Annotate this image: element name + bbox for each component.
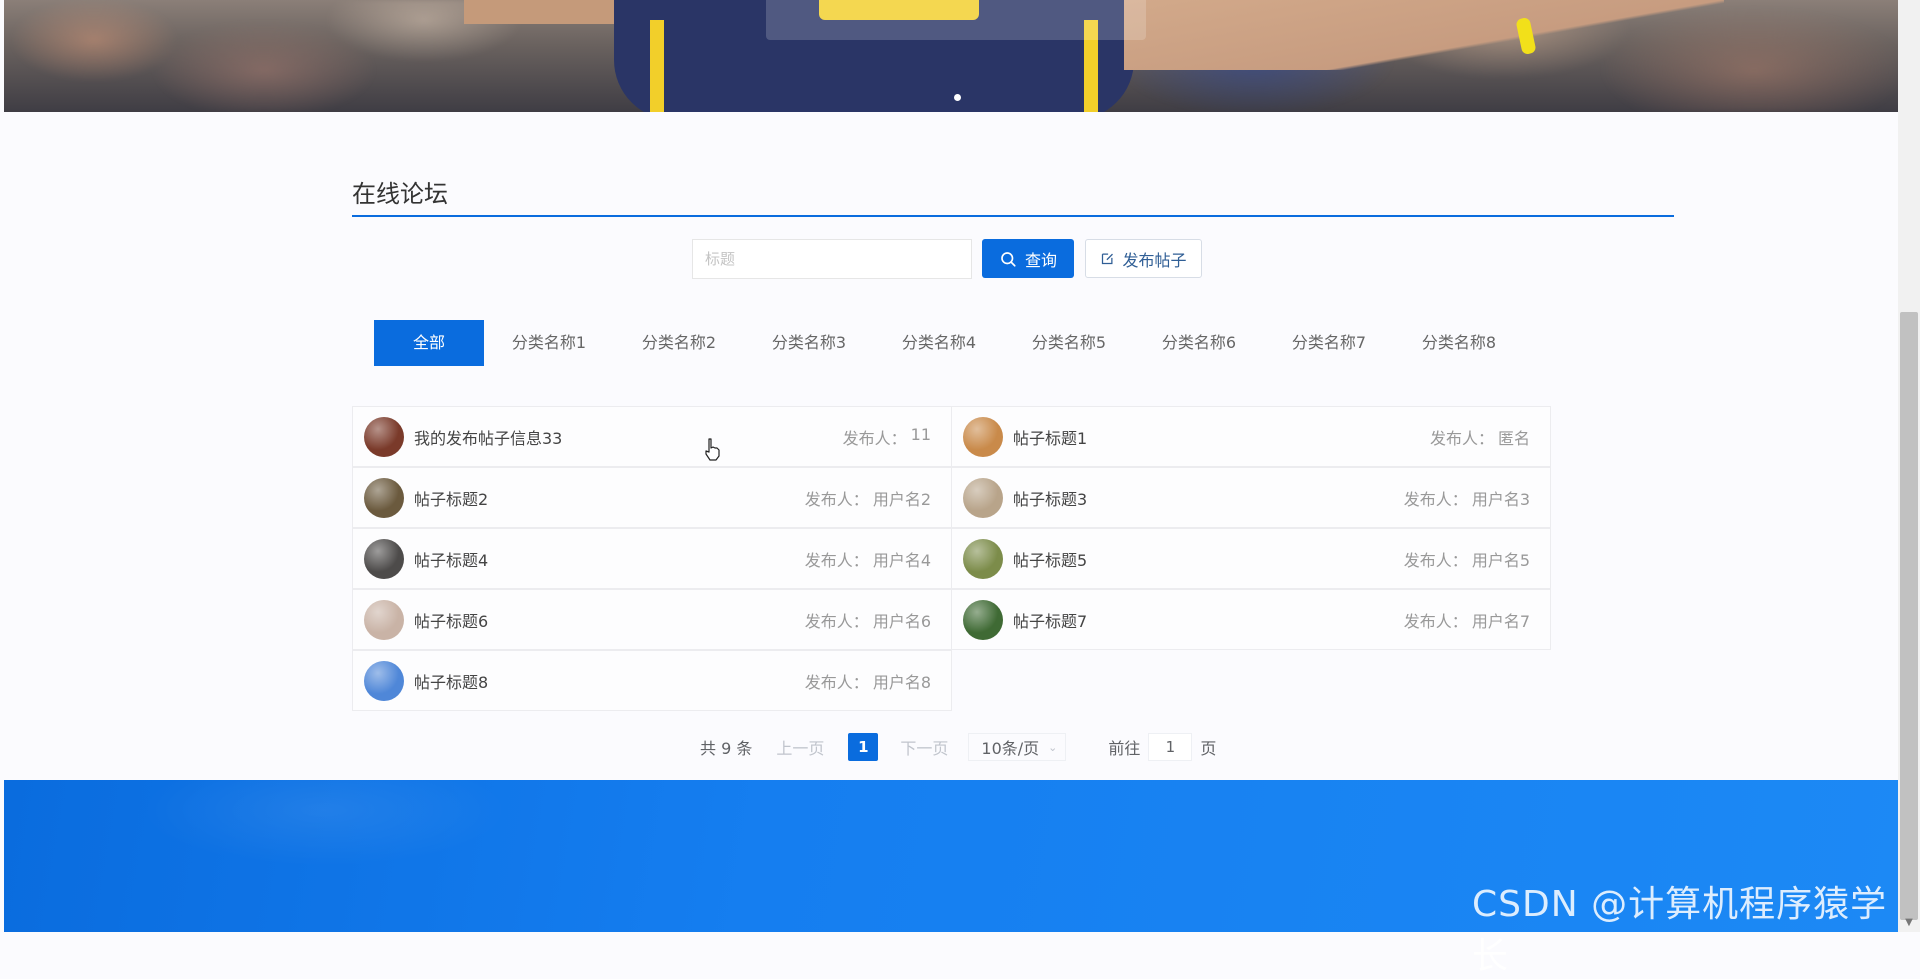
publish-post-button[interactable]: 发布帖子: [1085, 239, 1202, 278]
post-title: 帖子标题3: [1013, 489, 1088, 509]
banner-arm: [1124, 0, 1724, 70]
post-item[interactable]: 帖子标题5 发布人： 用户名5: [951, 528, 1551, 589]
author-label: 发布人：: [1403, 611, 1468, 631]
tab-category-7[interactable]: 分类名称7: [1264, 320, 1394, 366]
post-item[interactable]: 帖子标题7 发布人： 用户名7: [951, 589, 1551, 650]
publish-button-label: 发布帖子: [1122, 250, 1187, 270]
post-title: 帖子标题6: [414, 611, 489, 631]
carousel-dot[interactable]: [954, 94, 961, 101]
post-avatar: [963, 477, 1003, 518]
post-title: 我的发布帖子信息33: [414, 428, 563, 448]
post-title: 帖子标题5: [1013, 550, 1088, 570]
pagination-total: 共 9 条: [700, 739, 753, 758]
author-name: 11: [910, 424, 931, 444]
banner-overlay: [766, 0, 1146, 40]
post-item[interactable]: 帖子标题1 发布人： 匿名: [951, 406, 1551, 467]
hand-cursor-icon: [705, 438, 720, 461]
title-underline: [352, 215, 1674, 217]
post-avatar: [364, 477, 404, 518]
post-avatar: [364, 599, 404, 640]
tab-category-2[interactable]: 分类名称2: [614, 320, 744, 366]
category-tabs: 全部 分类名称1 分类名称2 分类名称3 分类名称4 分类名称5 分类名称6 分…: [374, 320, 1524, 366]
post-avatar: [364, 538, 404, 579]
post-title: 帖子标题7: [1013, 611, 1088, 631]
tab-category-1[interactable]: 分类名称1: [484, 320, 614, 366]
tab-all[interactable]: 全部: [374, 320, 484, 366]
author-name: 用户名4: [872, 550, 931, 570]
author-name: 用户名2: [872, 489, 931, 509]
post-avatar: [364, 660, 404, 701]
post-item[interactable]: 帖子标题2 发布人： 用户名2: [352, 467, 952, 528]
goto-page-input[interactable]: [1148, 733, 1193, 761]
scrollbar-thumb[interactable]: [1900, 312, 1918, 920]
author-label: 发布人：: [1403, 550, 1468, 570]
author-label: 发布人：: [1429, 428, 1494, 448]
pagination: 共 9 条 上一页 1 下一页 10条/页 ⌄ 前往 页: [700, 732, 1216, 762]
goto-suffix: 页: [1200, 739, 1217, 758]
post-item[interactable]: 帖子标题3 发布人： 用户名3: [951, 467, 1551, 528]
tab-category-8[interactable]: 分类名称8: [1394, 320, 1524, 366]
tab-category-5[interactable]: 分类名称5: [1004, 320, 1134, 366]
post-title: 帖子标题4: [414, 550, 489, 570]
author-label: 发布人：: [804, 489, 869, 509]
next-page-button[interactable]: 下一页: [900, 735, 948, 759]
section-title: 在线论坛: [352, 180, 448, 208]
post-item[interactable]: 帖子标题8 发布人： 用户名8: [352, 650, 952, 711]
page-number-current[interactable]: 1: [848, 733, 879, 761]
tab-category-6[interactable]: 分类名称6: [1134, 320, 1264, 366]
chevron-down-icon: ⌄: [1048, 740, 1058, 754]
post-title: 帖子标题1: [1013, 428, 1088, 448]
goto-label: 前往: [1108, 739, 1141, 758]
post-avatar: [963, 538, 1003, 579]
author-name: 用户名3: [1471, 489, 1530, 509]
post-item[interactable]: 帖子标题4 发布人： 用户名4: [352, 528, 952, 589]
tab-category-3[interactable]: 分类名称3: [744, 320, 874, 366]
author-name: 用户名5: [1471, 550, 1530, 570]
author-label: 发布人：: [804, 611, 869, 631]
post-avatar: [963, 599, 1003, 640]
scroll-down-arrow-icon[interactable]: ▼: [1898, 914, 1920, 932]
author-label: 发布人：: [1403, 489, 1468, 509]
author-name: 匿名: [1497, 428, 1530, 448]
watermark: CSDN @计算机程序猿学长: [1472, 884, 1888, 977]
tab-category-4[interactable]: 分类名称4: [874, 320, 1004, 366]
author-name: 用户名6: [872, 611, 931, 631]
prev-page-button[interactable]: 上一页: [776, 735, 824, 759]
title-search-input[interactable]: [692, 239, 972, 279]
post-item[interactable]: 帖子标题6 发布人： 用户名6: [352, 589, 952, 650]
hero-banner: [4, 0, 1898, 112]
page-size-select[interactable]: 10条/页 ⌄: [968, 733, 1067, 761]
search-icon: [1001, 251, 1016, 267]
page-size-value: 10条/页: [981, 739, 1040, 758]
author-name: 用户名8: [872, 672, 931, 692]
author-label: 发布人：: [804, 672, 869, 692]
footer-decoration: [124, 780, 584, 932]
author-name: 用户名7: [1471, 611, 1530, 631]
post-avatar: [364, 416, 404, 457]
query-button-label: 查询: [1024, 250, 1057, 270]
post-avatar: [963, 416, 1003, 457]
author-label: 发布人：: [804, 550, 869, 570]
post-title: 帖子标题8: [414, 672, 489, 692]
author-label: 发布人：: [842, 428, 907, 448]
post-title: 帖子标题2: [414, 489, 489, 509]
query-button[interactable]: 查询: [982, 239, 1074, 278]
edit-icon: [1102, 253, 1114, 265]
post-item[interactable]: 我的发布帖子信息33 发布人： 11: [352, 406, 952, 467]
